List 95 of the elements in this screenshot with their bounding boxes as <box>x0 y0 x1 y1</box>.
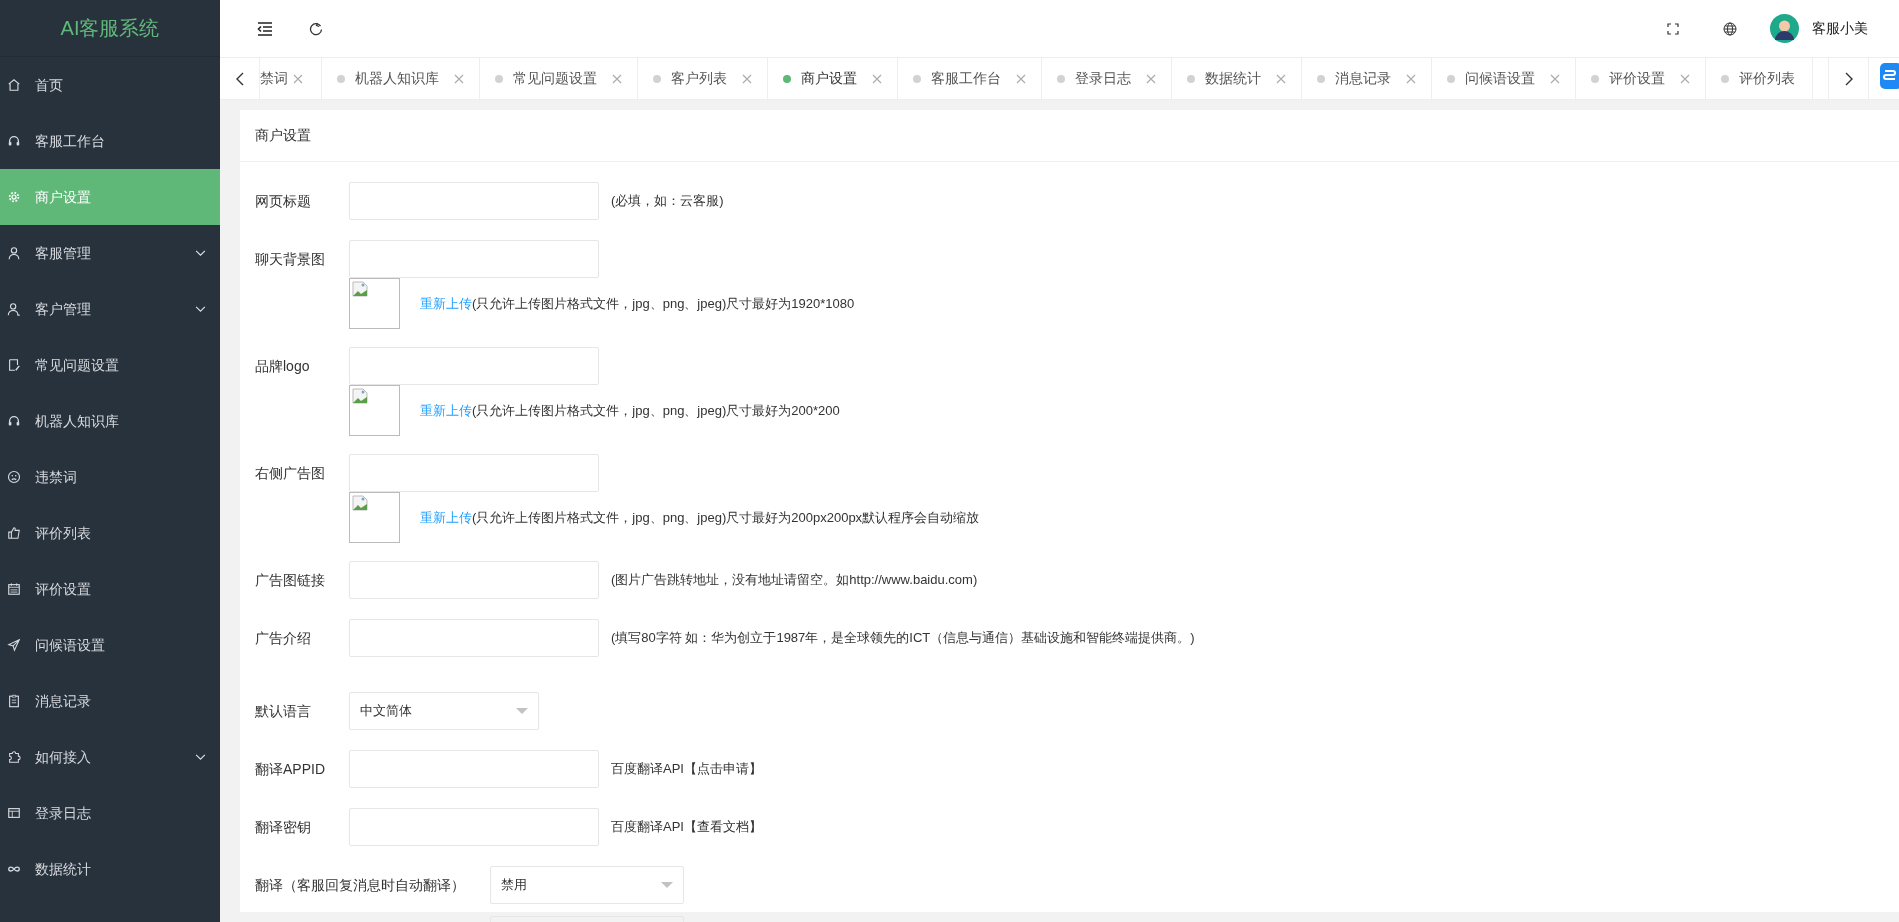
sidebar-item[interactable]: 客户管理 <box>0 281 220 337</box>
page-tab[interactable]: 数据统计 <box>1172 58 1302 99</box>
globe-icon[interactable] <box>1723 21 1737 36</box>
page-tab[interactable]: 问候语设置 <box>1432 58 1576 99</box>
home-icon <box>7 78 21 92</box>
input-field[interactable] <box>349 750 599 788</box>
upload-note: 重新上传(只允许上传图片格式文件，jpg、png、jpeg)尺寸最好为200*200 <box>420 401 840 420</box>
field-label: 翻译密钥 <box>255 817 312 837</box>
sidebar-item[interactable]: 评价设置 <box>0 561 220 617</box>
menu-icon[interactable] <box>257 21 273 36</box>
sidebar-item[interactable]: 客服管理 <box>0 225 220 281</box>
sidebar-item[interactable]: 常见问题设置 <box>0 337 220 393</box>
field-hint: (必填，如：云客服) <box>611 192 724 211</box>
input-field[interactable] <box>349 561 599 599</box>
sidebar-item[interactable]: 数据统计 <box>0 841 220 897</box>
input-field[interactable] <box>349 240 599 278</box>
page-tab[interactable]: 机器人知识库 <box>322 58 480 99</box>
calendar-icon <box>7 582 21 596</box>
chevron-left-icon[interactable] <box>235 71 244 86</box>
select-field[interactable]: 中文简体 <box>349 692 539 730</box>
field-label: 广告图链接 <box>255 570 326 590</box>
field-label: 品牌logo <box>255 356 311 376</box>
input-field[interactable] <box>349 454 599 492</box>
input-field[interactable] <box>349 619 599 657</box>
card-title: 商户设置 <box>255 126 311 145</box>
clipboard-icon <box>7 694 21 708</box>
input-field[interactable] <box>349 182 599 220</box>
field-label: 默认语言 <box>255 701 312 721</box>
dropdown-arrow-icon <box>516 708 528 714</box>
edit-note-icon <box>7 358 21 372</box>
close-icon[interactable] <box>872 73 882 84</box>
thumbs-up-icon <box>7 526 21 540</box>
upload-note: 重新上传(只允许上传图片格式文件，jpg、png、jpeg)尺寸最好为1920*1080 <box>420 294 855 313</box>
gear-icon <box>7 190 21 204</box>
field-hint: (图片广告跳转地址，没有地址请留空。如http://www.baidu.com) <box>611 571 978 590</box>
field-label: 右侧广告图 <box>255 463 326 483</box>
sidebar-item[interactable]: 首页 <box>0 57 220 113</box>
close-icon[interactable] <box>1016 73 1026 84</box>
sidebar-item[interactable]: 机器人知识库 <box>0 393 220 449</box>
broken-image-icon <box>352 388 368 404</box>
dropdown-arrow-icon <box>661 882 673 888</box>
sad-face-icon <box>7 470 21 484</box>
puzzle-icon <box>7 750 21 764</box>
field-label: 网页标题 <box>255 191 312 211</box>
close-icon[interactable] <box>293 73 303 84</box>
close-icon[interactable] <box>1276 73 1286 84</box>
page-tab[interactable]: 商户设置 <box>768 58 898 99</box>
send-icon <box>7 638 21 652</box>
upload-note: 重新上传(只允许上传图片格式文件，jpg、png、jpeg)尺寸最好为200px200px默认程序会自动缩放 <box>420 508 980 527</box>
page-tab[interactable]: 登录日志 <box>1042 58 1172 99</box>
field-label: 翻译（客服回复消息时自动翻译） <box>255 875 466 895</box>
close-icon[interactable] <box>1680 73 1690 84</box>
broken-image-icon <box>352 495 368 511</box>
user-name[interactable]: 客服小美 <box>1812 18 1868 39</box>
user-icon <box>7 246 21 260</box>
field-label: 广告介绍 <box>255 628 312 648</box>
input-field[interactable] <box>349 347 599 385</box>
sidebar-item[interactable]: 客服工作台 <box>0 113 220 169</box>
page-tab[interactable]: 客户列表 <box>638 58 768 99</box>
field-label: 聊天背景图 <box>255 249 326 269</box>
refresh-icon[interactable] <box>309 21 323 36</box>
close-icon[interactable] <box>1406 73 1416 84</box>
close-icon[interactable] <box>454 73 464 84</box>
close-icon[interactable] <box>1550 73 1560 84</box>
page-tab[interactable]: 常见问题设置 <box>480 58 638 99</box>
headset-icon <box>7 134 21 148</box>
broken-image-icon <box>352 281 368 297</box>
field-hint: (填写80字符 如：华为创立于1987年，是全球领先的ICT（信息与通信）基础设施和智能终端提供商。) <box>611 629 1195 648</box>
close-icon[interactable] <box>612 73 622 84</box>
sidebar-item[interactable]: 登录日志 <box>0 785 220 841</box>
headset-icon <box>7 414 21 428</box>
avatar-icon[interactable] <box>1770 14 1799 43</box>
page-tab[interactable]: 消息记录 <box>1302 58 1432 99</box>
sidebar-item[interactable]: 违禁词 <box>0 449 220 505</box>
sidebar-item[interactable]: 评价列表 <box>0 505 220 561</box>
close-icon[interactable] <box>742 73 752 84</box>
app-title: AI客服系统 <box>60 16 160 41</box>
field-label: 翻译APPID <box>255 759 326 779</box>
sidebar-item[interactable]: 消息记录 <box>0 673 220 729</box>
page-tab[interactable]: 评价设置 <box>1576 58 1706 99</box>
close-icon[interactable] <box>1146 73 1156 84</box>
input-field[interactable] <box>349 808 599 846</box>
browser-window-icon <box>7 806 21 820</box>
page-tab[interactable]: 评价列表 <box>1706 58 1813 99</box>
field-hint: 百度翻译API【查看文档】 <box>611 818 762 837</box>
select-field[interactable]: 禁用 <box>490 866 684 904</box>
sidebar-item[interactable]: 如何接入 <box>0 729 220 785</box>
page-tab[interactable]: 客服工作台 <box>898 58 1042 99</box>
field-hint: 百度翻译API【点击申请】 <box>611 760 762 779</box>
sidebar-item[interactable]: 问候语设置 <box>0 617 220 673</box>
chat-widget-icon[interactable] <box>1880 63 1899 89</box>
fullscreen-icon[interactable] <box>1667 22 1679 35</box>
users-icon <box>7 302 21 316</box>
page-tab[interactable]: 禁词 <box>260 58 322 99</box>
chevron-right-icon[interactable] <box>1844 71 1853 86</box>
